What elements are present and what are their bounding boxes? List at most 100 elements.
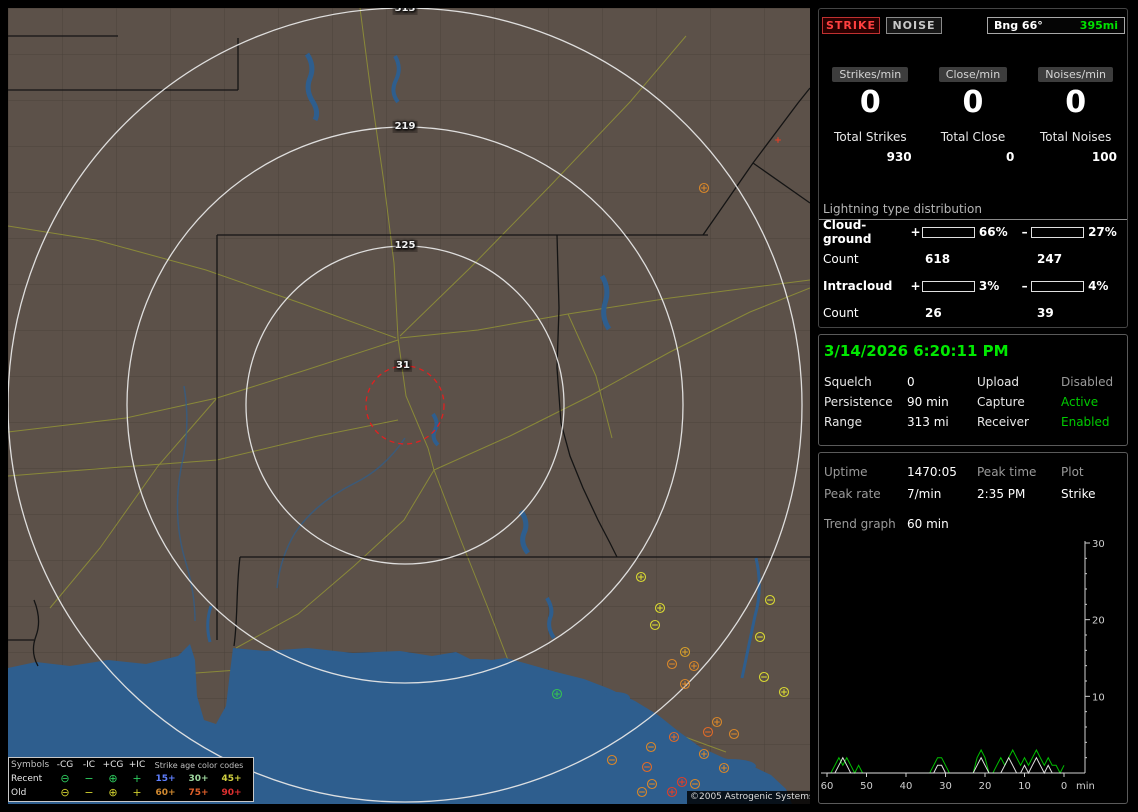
noises-per-min-label: Noises/min (1038, 67, 1113, 82)
legend-cell: ⊕ (108, 772, 118, 785)
legend-cell: 90+ (221, 788, 242, 798)
copyright-text: ©2005 Astrogenic Systems (687, 791, 810, 804)
capture-label: Capture (977, 395, 1025, 409)
upload-label: Upload (977, 375, 1020, 389)
counter-noises: Noises/min 0 Total Noises 100 (1024, 63, 1127, 164)
map-legend: Symbols -CG -IC +CG +IC Strike age color code… (8, 757, 254, 802)
trend-x-unit: min (1076, 781, 1095, 792)
trend-y-tick-label: 10 (1092, 692, 1105, 703)
peak-time-label: Peak time (977, 465, 1037, 479)
legend-cell: 45+ (221, 774, 242, 784)
minus-sign: – (1021, 279, 1028, 293)
cg-plus-bar (922, 226, 975, 238)
status-row: Squelch 0 Upload Disabled (819, 375, 1127, 389)
bearing-label: Bng 66° (994, 19, 1043, 32)
receiver-value: Enabled (1061, 415, 1110, 429)
uptime-label: Uptime (824, 465, 868, 479)
plot-label: Plot (1061, 465, 1084, 479)
legend-cell: Strike age color codes (154, 760, 244, 770)
panel-trend: Uptime 1470:05 Peak time Plot Peak rate … (818, 452, 1128, 804)
cg-plus-count: 618 (925, 252, 951, 266)
capture-value: Active (1061, 395, 1099, 409)
peak-time-value: 2:35 PM (977, 487, 1026, 501)
trend-x-tick-label: 10 (1018, 781, 1031, 792)
legend-row-old: Old ⊖ − ⊕ +60+ 75+ 90+ (9, 786, 253, 800)
squelch-value: 0 (907, 375, 915, 389)
legend-cell: Symbols (11, 760, 50, 770)
distribution-title: Lightning type distribution (823, 202, 982, 216)
legend-cell: ⊖ (60, 786, 70, 799)
legend-cell: ⊕ (108, 786, 118, 799)
total-noises-label: Total Noises (1039, 130, 1112, 144)
trend-x-tick-label: 50 (860, 781, 873, 792)
ic-plus-bar (922, 280, 975, 292)
legend-cell: + (132, 786, 142, 799)
strikes-per-min-value: 0 (859, 85, 881, 120)
ic-minus-bar (1031, 280, 1085, 292)
plot-value: Strike (1061, 487, 1096, 501)
peak-rate-value: 7/min (907, 487, 942, 501)
clock-timestamp: 3/14/2026 6:20:11 PM (824, 342, 1009, 360)
trend-x-tick-label: 20 (979, 781, 992, 792)
noise-button[interactable]: NOISE (886, 17, 942, 34)
range-value: 313 mi (907, 415, 949, 429)
ic-plus-pct: 3% (978, 279, 1000, 293)
persistence-value: 90 min (907, 395, 949, 409)
upload-value: Disabled (1061, 375, 1114, 389)
legend-cell: Old (11, 788, 27, 798)
range-ring-label-219: 219 (392, 121, 418, 133)
total-close-label: Total Close (940, 130, 1006, 144)
legend-cell: Recent (11, 774, 43, 784)
range-ring-label-31: 31 (394, 360, 412, 372)
receiver-label: Receiver (977, 415, 1029, 429)
rate-counters: Strikes/min 0 Total Strikes 930 Close/mi… (819, 63, 1127, 164)
legend-cell: -IC (82, 760, 96, 770)
cloud-ground-label: Cloud-ground (823, 218, 872, 246)
persistence-label: Persistence (824, 395, 893, 409)
cg-minus-count: 247 (1037, 252, 1063, 266)
trend-y-tick-label: 20 (1092, 616, 1105, 627)
cg-minus-bar (1031, 226, 1085, 238)
app-window: 313 219 125 31 Symbols -CG -IC +CG +IC Strike… (0, 0, 1138, 812)
map-view[interactable]: 313 219 125 31 Symbols -CG -IC +CG +IC Strike… (8, 8, 810, 804)
minus-sign: – (1021, 225, 1028, 239)
intracloud-count-row: Count 26 39 (819, 306, 1127, 320)
cg-minus-pct: 27% (1088, 225, 1117, 239)
stats-row: Peak rate 7/min 2:35 PM Strike (819, 487, 1127, 501)
plus-sign: + (910, 279, 921, 293)
peak-rate-label: Peak rate (824, 487, 881, 501)
cloud-ground-count-row: Count 618 247 (819, 252, 1127, 266)
legend-cell: +IC (128, 760, 146, 770)
legend-cell: ⊖ (60, 772, 70, 785)
trend-series-noises (827, 748, 1065, 775)
strike-button[interactable]: STRIKE (822, 17, 880, 34)
legend-row-recent: Recent ⊖ − ⊕ +15+ 30+ 45+ (9, 772, 253, 786)
total-close-value: 0 (1005, 150, 1015, 164)
total-noises-value: 100 (1091, 150, 1117, 164)
legend-cell: 15+ (155, 774, 176, 784)
stats-row: Uptime 1470:05 Peak time Plot (819, 465, 1127, 479)
legend-header-row: Symbols -CG -IC +CG +IC Strike age color code… (9, 758, 253, 772)
panel-strike-stats: STRIKE NOISE Bng 66° 395mi Strikes/min 0… (818, 8, 1128, 328)
total-strikes-label: Total Strikes (834, 130, 907, 144)
plus-sign: + (910, 225, 921, 239)
range-ring-label-125: 125 (392, 240, 418, 252)
noises-per-min-value: 0 (1065, 85, 1087, 120)
ic-minus-count: 39 (1037, 306, 1054, 320)
legend-cell: + (132, 772, 142, 785)
trend-graph-label: Trend graph (824, 517, 896, 531)
range-label: Range (824, 415, 863, 429)
status-row: Persistence 90 min Capture Active (819, 395, 1127, 409)
close-per-min-value: 0 (962, 85, 984, 120)
trend-x-tick-label: 30 (939, 781, 952, 792)
legend-cell: − (84, 786, 94, 799)
legend-cell: 60+ (155, 788, 176, 798)
ic-plus-count: 26 (925, 306, 942, 320)
cg-plus-pct: 66% (978, 225, 1008, 239)
stats-row: Trend graph 60 min (819, 517, 1127, 531)
legend-cell: -CG (56, 760, 74, 770)
strikes-per-min-label: Strikes/min (832, 67, 909, 82)
legend-cell: 30+ (188, 774, 209, 784)
trend-x-tick-label: 60 (821, 781, 834, 792)
count-label: Count (823, 306, 859, 320)
